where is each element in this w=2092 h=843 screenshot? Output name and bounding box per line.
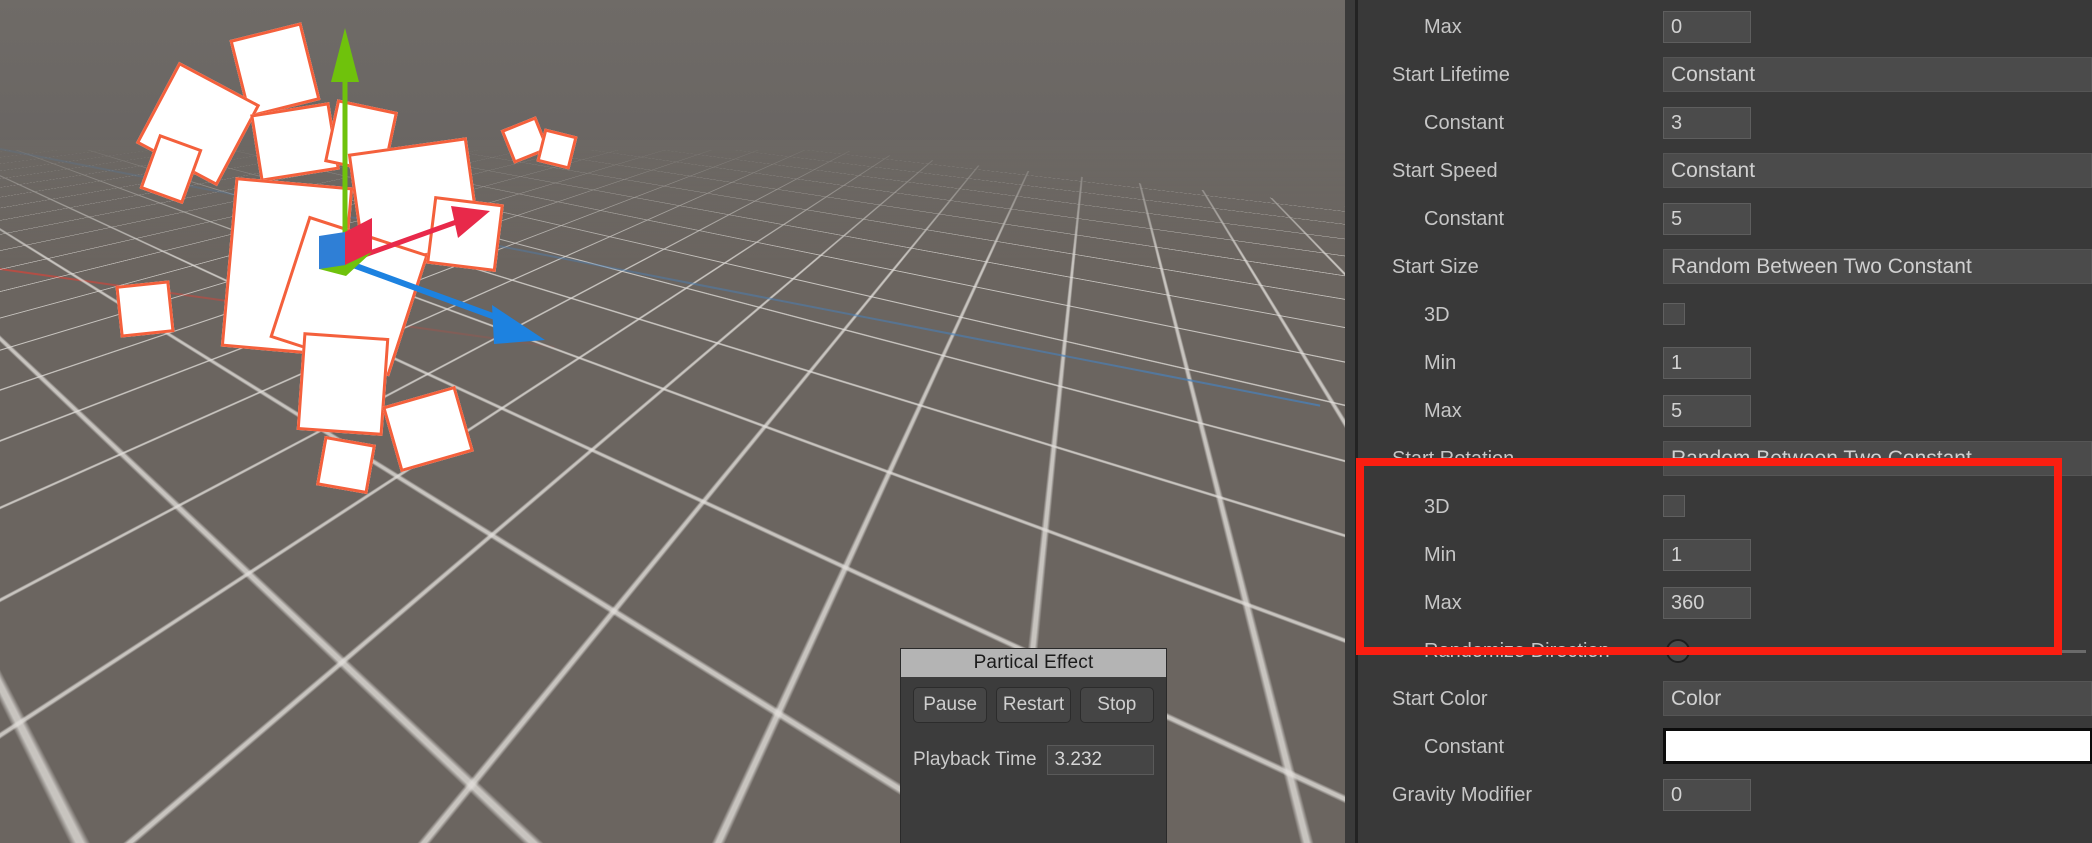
inspector-row: Randomize Direction [1358, 627, 2092, 675]
inspector-row-label: Constant [1424, 723, 1504, 771]
restart-button[interactable]: Restart [996, 687, 1070, 723]
inspector-row-label: Min [1424, 339, 1456, 387]
inspector-row: Start Speed Constant [1358, 147, 2092, 195]
particle-quad [250, 102, 340, 182]
inspector-row: Max 5 [1358, 387, 2092, 435]
particle-quad [297, 332, 390, 436]
inspector-row-label: Max [1424, 579, 1462, 627]
particle-effect-title: Partical Effect [901, 649, 1166, 677]
number-field[interactable]: 5 [1663, 395, 1751, 427]
inspector-row-label: Max [1424, 387, 1462, 435]
dropdown-field[interactable]: Random Between Two Constant [1663, 249, 2092, 284]
checkbox-3d[interactable] [1663, 303, 1685, 325]
particle-effect-window[interactable]: Partical Effect Pause Restart Stop Playb… [900, 648, 1167, 843]
randomize-direction-slider[interactable] [1666, 627, 2086, 675]
playback-time-row: Playback Time 3.232 [901, 723, 1166, 775]
inspector-row: Max 360 [1358, 579, 2092, 627]
inspector-row: Start Rotation Random Between Two Constan… [1358, 435, 2092, 483]
particle-quad [316, 436, 376, 494]
particle-system-inspector[interactable]: Max0Start LifetimeConstantConstant3Start… [1358, 0, 2092, 843]
inspector-row-label: Min [1424, 531, 1456, 579]
inspector-row: 3D [1358, 291, 2092, 339]
particle-quad [115, 280, 174, 337]
color-swatch[interactable] [1663, 728, 2092, 764]
dropdown-field[interactable]: Color [1663, 681, 2092, 716]
checkbox-3d[interactable] [1663, 495, 1685, 517]
playback-time-label: Playback Time [913, 749, 1037, 771]
inspector-row: Constant 5 [1358, 195, 2092, 243]
slider-track [1692, 650, 2086, 653]
number-field[interactable]: 1 [1663, 347, 1751, 379]
inspector-row: Min 1 [1358, 339, 2092, 387]
inspector-row-label: 3D [1424, 483, 1450, 531]
slider-knob[interactable] [1666, 639, 1690, 663]
inspector-row: Start Lifetime Constant [1358, 51, 2092, 99]
inspector-row: Start Color Color [1358, 675, 2092, 723]
inspector-row-label: Constant [1424, 195, 1504, 243]
number-field[interactable]: 360 [1663, 587, 1751, 619]
playback-time-field[interactable]: 3.232 [1047, 745, 1154, 775]
inspector-row-label: Start Color [1392, 675, 1488, 723]
dropdown-field[interactable]: Constant [1663, 57, 2092, 92]
inspector-row-label: Start Size [1392, 243, 1479, 291]
inspector-row-label: Gravity Modifier [1392, 771, 1532, 819]
inspector-row-label: Start Rotation [1392, 435, 1514, 483]
inspector-row-label: Start Speed [1392, 147, 1498, 195]
inspector-row-label: Randomize Direction [1424, 627, 1610, 675]
inspector-row: Constant [1358, 723, 2092, 771]
inspector-row: 3D [1358, 483, 2092, 531]
inspector-row-label: 3D [1424, 291, 1450, 339]
scene-viewport[interactable]: Partical Effect Pause Restart Stop Playb… [0, 0, 1345, 843]
number-field[interactable]: 0 [1663, 11, 1751, 43]
inspector-row: Start Size Random Between Two Constant [1358, 243, 2092, 291]
inspector-row: Min 1 [1358, 531, 2092, 579]
particle-quad [426, 196, 504, 272]
inspector-row-label: Start Lifetime [1392, 51, 1510, 99]
stop-button[interactable]: Stop [1080, 687, 1154, 723]
inspector-row: Max 0 [1358, 3, 2092, 51]
pause-button[interactable]: Pause [913, 687, 987, 723]
number-field[interactable]: 1 [1663, 539, 1751, 571]
inspector-row: Gravity Modifier 0 [1358, 771, 2092, 819]
inspector-row: Constant 3 [1358, 99, 2092, 147]
particle-effect-button-row: Pause Restart Stop [901, 677, 1166, 723]
number-field[interactable]: 0 [1663, 779, 1751, 811]
inspector-row-label: Max [1424, 3, 1462, 51]
dropdown-field[interactable]: Random Between Two Constant [1663, 441, 2092, 476]
app-root: Partical Effect Pause Restart Stop Playb… [0, 0, 2092, 843]
number-field[interactable]: 3 [1663, 107, 1751, 139]
inspector-row-label: Constant [1424, 99, 1504, 147]
number-field[interactable]: 5 [1663, 203, 1751, 235]
dropdown-field[interactable]: Constant [1663, 153, 2092, 188]
